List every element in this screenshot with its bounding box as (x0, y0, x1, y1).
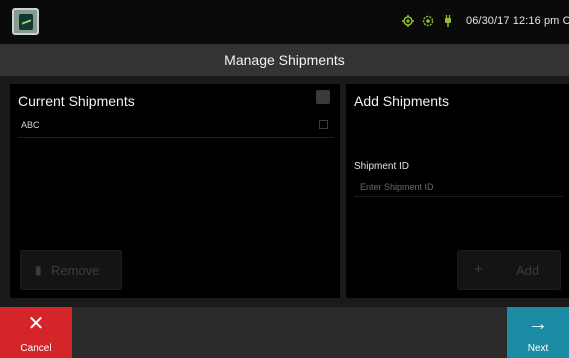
cancel-button[interactable]: ✕ Cancel (0, 307, 72, 358)
shipment-list-item[interactable]: ABC (18, 112, 334, 138)
current-shipments-panel: Current Shipments ABC ▮ Remove (10, 84, 340, 298)
shipment-id-label: Shipment ID (354, 161, 410, 172)
title-bar: Manage Shipments (0, 44, 569, 76)
remove-button[interactable]: ▮ Remove (20, 250, 122, 290)
remove-button-label: Remove (51, 263, 100, 278)
add-shipments-header: Add Shipments (354, 93, 449, 109)
datetime-display: 06/30/17 12:16 pm CDT (466, 15, 569, 27)
close-icon: ✕ (27, 313, 45, 335)
shipment-id-input[interactable] (354, 177, 563, 197)
plus-icon: + (474, 261, 483, 278)
shipment-list: ABC (18, 112, 334, 138)
cancel-button-label: Cancel (20, 343, 52, 354)
next-button-label: Next (527, 343, 549, 354)
next-button[interactable]: → Next (507, 307, 569, 358)
status-bar: 06/30/17 12:16 pm CDT (0, 0, 569, 44)
current-shipments-header: Current Shipments (18, 93, 135, 109)
settings-icon (422, 15, 434, 27)
arrow-right-icon: → (528, 313, 548, 335)
add-button-label: Add (516, 263, 540, 278)
add-shipments-panel: Add Shipments Shipment ID + Add (346, 84, 569, 298)
status-icons (402, 14, 454, 28)
add-button[interactable]: + Add (457, 250, 561, 290)
bottom-bar (0, 307, 569, 358)
trash-icon: ▮ (35, 263, 42, 277)
select-all-checkbox[interactable] (316, 90, 330, 104)
gps-icon (402, 15, 414, 27)
shipment-checkbox[interactable] (319, 120, 328, 129)
app-logo-icon[interactable] (12, 8, 39, 35)
power-plug-icon (445, 15, 451, 27)
page-title: Manage Shipments (224, 52, 345, 68)
shipment-name: ABC (21, 120, 40, 130)
